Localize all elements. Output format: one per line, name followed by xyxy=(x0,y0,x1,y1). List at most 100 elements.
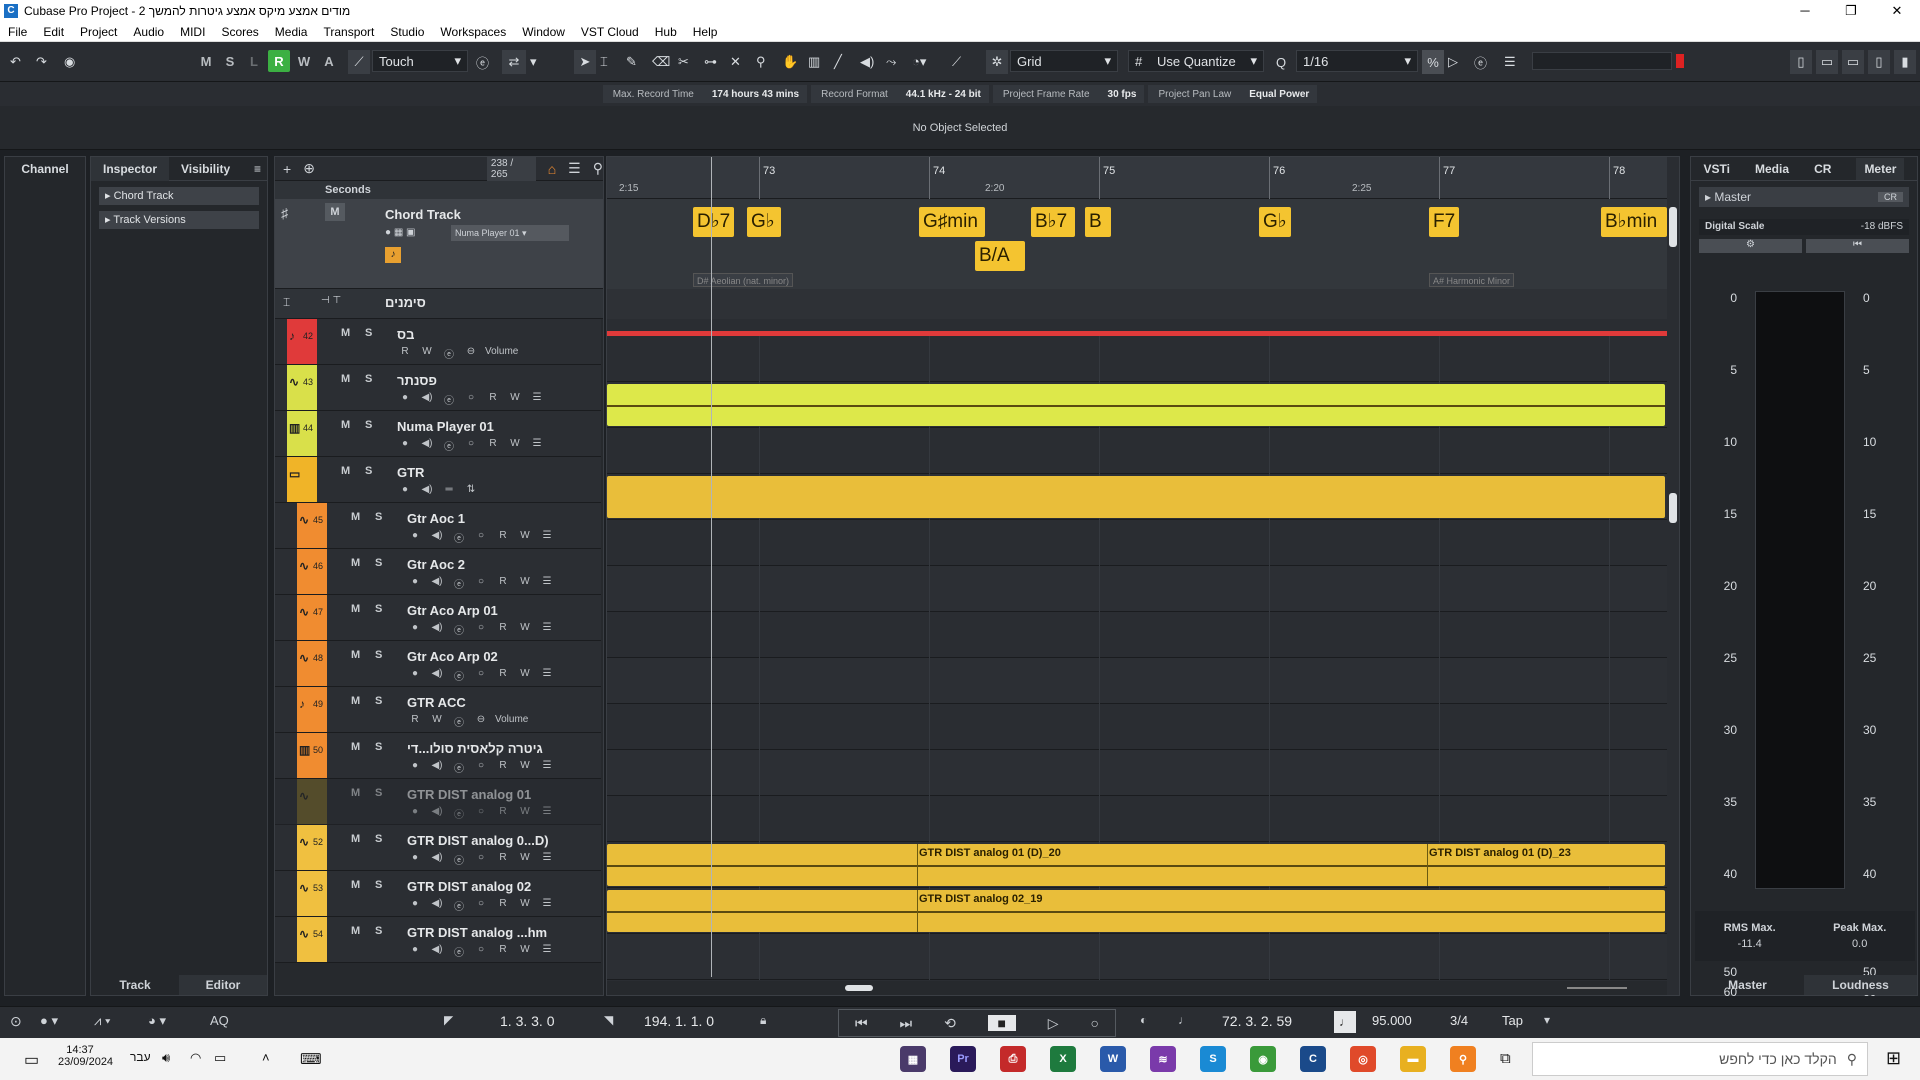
comp-tool-icon[interactable]: ▥ xyxy=(808,50,820,74)
track-solo-button[interactable]: S xyxy=(375,557,382,569)
track-solo-button[interactable]: S xyxy=(375,511,382,523)
track-control-icon[interactable]: ⓔ xyxy=(451,530,467,545)
track-name[interactable]: GTR xyxy=(397,465,424,480)
track-mute-button[interactable]: M xyxy=(351,603,360,615)
ruler[interactable]: 73 74 75 76 77 78 2:15 2:20 2:25 xyxy=(607,157,1667,199)
track-lane[interactable] xyxy=(607,704,1667,750)
metronome-icon[interactable]: ◐ xyxy=(1140,1013,1147,1027)
track-mute-button[interactable]: M xyxy=(351,649,360,661)
track-lane[interactable] xyxy=(607,474,1667,520)
track-control-icon[interactable]: ◀) xyxy=(419,484,435,495)
automation-icon[interactable]: ⟋ xyxy=(348,50,370,74)
layout-inspector-icon[interactable]: ▭ xyxy=(1816,50,1838,74)
excel-icon[interactable]: X xyxy=(1050,1046,1076,1072)
track-name[interactable]: GTR DIST analog 02 xyxy=(407,879,531,894)
tab-channel[interactable]: Channel xyxy=(5,157,85,181)
scale-event[interactable]: D# Aeolian (nat. minor) xyxy=(693,273,794,287)
layout-right-icon[interactable]: ▯ xyxy=(1868,50,1890,74)
playhead-cursor[interactable] xyxy=(711,157,712,977)
range-tool-icon[interactable]: ⌶ xyxy=(600,50,608,74)
track-control-icon[interactable]: ○ xyxy=(473,530,489,545)
track-mute-button[interactable]: M xyxy=(351,833,360,845)
track-control-icon[interactable]: ● xyxy=(397,438,413,453)
tab-visibility[interactable]: Visibility xyxy=(169,162,242,176)
track-name[interactable]: פסנתר xyxy=(397,373,437,388)
track-control-icon[interactable]: ☰ xyxy=(539,852,555,867)
settings-icon[interactable]: ⊙ xyxy=(10,1013,22,1030)
tab-inspector[interactable]: Inspector xyxy=(91,156,170,181)
track-row[interactable]: ▥ 44 M S Numa Player 01 ● ◀) ⓔ ○ R W ☰ xyxy=(275,411,601,457)
track-name[interactable]: GTR DIST analog 0...D) xyxy=(407,833,549,848)
track-row[interactable]: ♪ 49 M S GTR ACC R Wⓔ ⊖ Volume xyxy=(275,687,601,733)
tempo-value[interactable]: 95.000 xyxy=(1372,1013,1412,1028)
track-control-icon[interactable]: ☰ xyxy=(539,576,555,591)
track-control-icon[interactable]: ○ xyxy=(463,438,479,453)
horizontal-scrollbar[interactable] xyxy=(845,985,873,991)
track-control-icon[interactable]: R xyxy=(495,806,511,821)
zoom-tool-icon[interactable]: ⚲ xyxy=(756,50,766,74)
redo-icon[interactable]: ↷ xyxy=(36,50,47,74)
track-lane[interactable]: GTR DIST analog 01 (D)_20 GTR DIST analog… xyxy=(607,842,1667,888)
track-name[interactable]: Gtr Aco Arp 01 xyxy=(407,603,498,618)
folder-events[interactable] xyxy=(607,476,1665,518)
tab-vsti[interactable]: VSTi xyxy=(1704,162,1730,176)
track-control-icon[interactable]: ⓔ xyxy=(441,392,457,407)
automation-mode-dropdown[interactable]: Touch ▾ xyxy=(372,50,468,72)
eraser-tool-icon[interactable]: ⌫ xyxy=(652,50,670,74)
track-lane[interactable] xyxy=(607,750,1667,796)
track-control-icon[interactable]: ☰ xyxy=(529,392,545,407)
snap-icon[interactable]: ✲ xyxy=(986,50,1008,74)
track-control-icon[interactable]: W xyxy=(517,530,533,545)
app-icon[interactable]: ▦ xyxy=(900,1046,926,1072)
stop-icon[interactable]: ■ xyxy=(987,1015,1016,1031)
track-lane[interactable] xyxy=(607,336,1667,382)
track-control-icon[interactable]: ○ xyxy=(473,576,489,591)
go-to-start-icon[interactable]: ⏮ xyxy=(855,1015,868,1032)
clock-time[interactable]: 14:37 xyxy=(58,1044,102,1056)
track-control-icon[interactable]: ⓔ xyxy=(451,622,467,637)
track-solo-button[interactable]: S xyxy=(375,833,382,845)
track-control-icon[interactable]: ○ xyxy=(463,392,479,407)
track-control-icon[interactable]: W xyxy=(517,806,533,821)
tap-tempo-button[interactable]: Tap xyxy=(1502,1013,1523,1028)
track-control-icon[interactable]: ◀) xyxy=(429,530,445,545)
track-mute-button[interactable]: M xyxy=(351,511,360,523)
marker-buttons[interactable]: ⊣ ⊤ xyxy=(321,295,341,306)
master-selector[interactable]: ▸ Master CR xyxy=(1699,187,1909,207)
timewarp-tool-icon[interactable]: ⤳ xyxy=(886,50,896,74)
track-control-icon[interactable]: ● xyxy=(397,484,413,495)
track-control-icon[interactable]: ◀) xyxy=(429,760,445,775)
menu-edit[interactable]: Edit xyxy=(35,25,72,39)
track-control-icon[interactable]: W xyxy=(517,760,533,775)
track-row[interactable]: ∿ 45 M S Gtr Aoc 1 ● ◀) ⓔ ○ R W ☰ xyxy=(275,503,601,549)
edit-quantize-icon[interactable]: ⓔ xyxy=(1474,50,1487,74)
track-control-icon[interactable]: ☰ xyxy=(539,622,555,637)
track-name[interactable]: GTR ACC xyxy=(407,695,466,710)
write-automation-button[interactable]: W xyxy=(293,50,315,72)
minimize-button[interactable]: ─ xyxy=(1782,0,1828,22)
sync-icon[interactable]: ⌂ xyxy=(548,161,556,177)
track-control-icon[interactable]: R xyxy=(485,392,501,407)
chevron-down-icon[interactable]: ▾ xyxy=(530,50,537,74)
track-row[interactable]: ▥ 50 M S גיטרה קלאסית סולו...די ● ◀) ⓔ ○ R W ☰ xyxy=(275,733,601,779)
project-pan-law[interactable]: Project Pan Law Equal Power xyxy=(1148,85,1318,103)
track-control-icon[interactable]: ⇅ xyxy=(463,484,479,495)
automation-param[interactable]: Volume xyxy=(485,346,518,361)
menu-project[interactable]: Project xyxy=(72,25,125,39)
track-control-icon[interactable]: W xyxy=(517,622,533,637)
chord-event[interactable]: B♭min xyxy=(1601,207,1667,237)
chord-player-dropdown[interactable]: Numa Player 01 ▾ xyxy=(451,225,569,241)
mute-all-button[interactable]: M xyxy=(195,50,217,72)
settings-icon[interactable]: ⚙ xyxy=(1699,239,1802,253)
track-control-icon[interactable]: R xyxy=(495,944,511,959)
track-mute-button[interactable]: M xyxy=(351,879,360,891)
glue-tool-icon[interactable]: ⊶ xyxy=(704,50,717,74)
track-control-icon[interactable]: ○ xyxy=(473,622,489,637)
track-control-icon[interactable]: ⓔ xyxy=(451,760,467,775)
track-control-icon[interactable]: ☰ xyxy=(539,760,555,775)
track-row[interactable]: ♪ 42 M S בס R Wⓔ ⊖ Volume xyxy=(275,319,601,365)
track-mute-button[interactable]: M xyxy=(341,465,350,477)
track-name[interactable]: GTR DIST analog 01 xyxy=(407,787,531,802)
color-tool-icon[interactable]: ◔▾ xyxy=(912,50,926,74)
search-icon[interactable]: ⚲ xyxy=(593,160,603,177)
